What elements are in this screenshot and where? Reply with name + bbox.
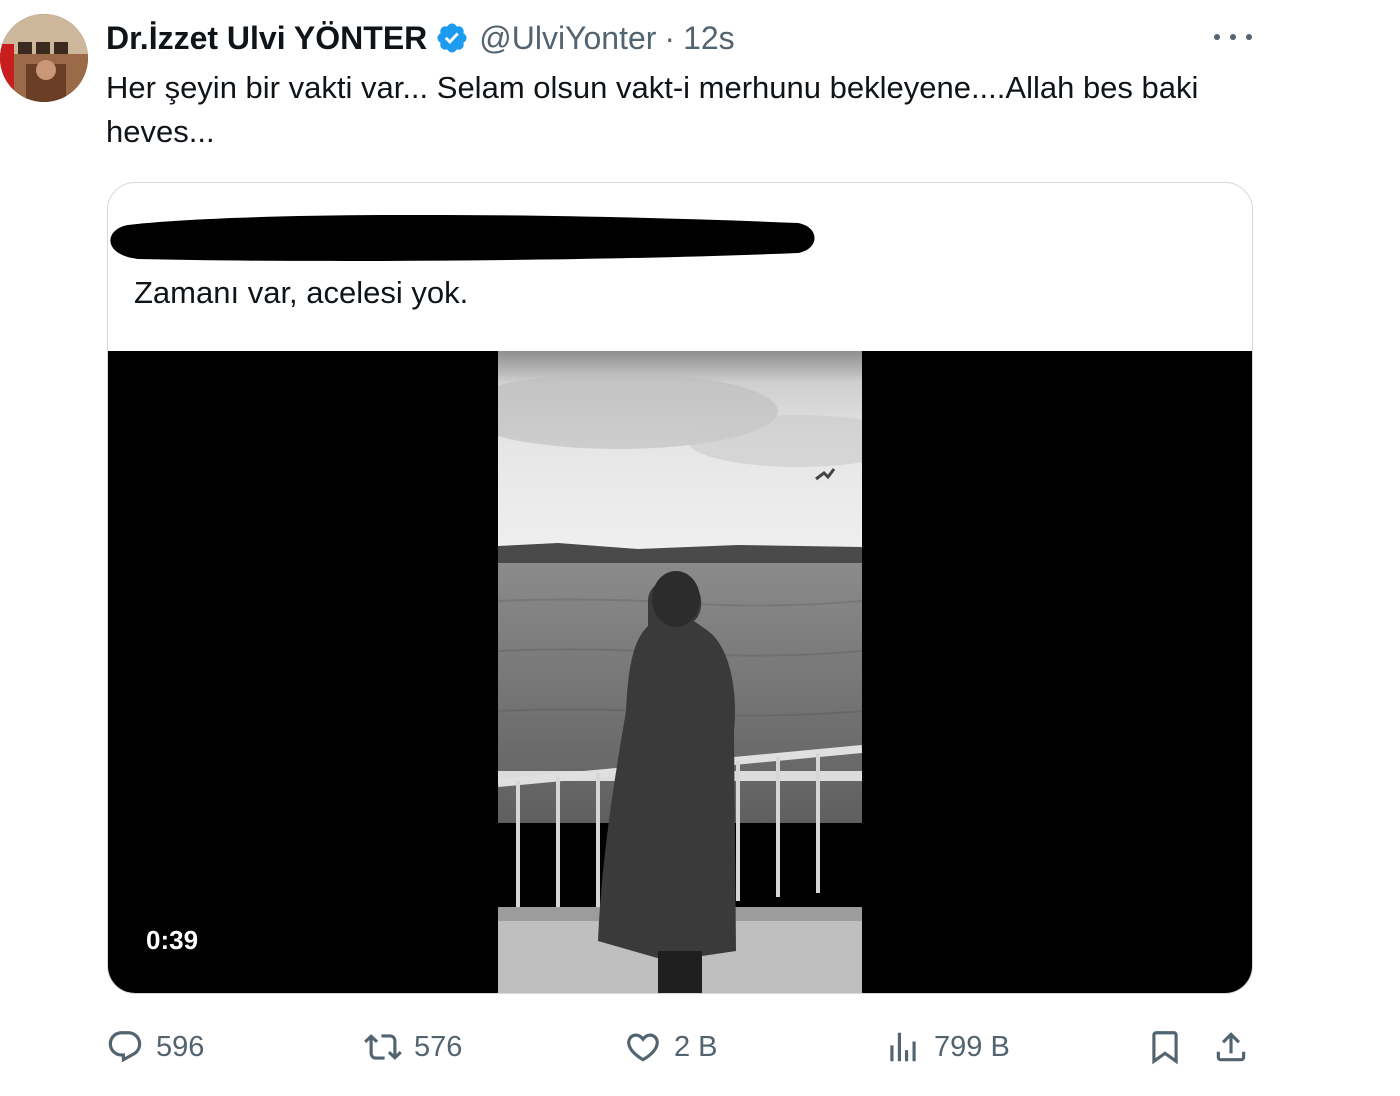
bookmark-button[interactable] (1146, 1022, 1184, 1072)
verified-badge-icon (435, 21, 469, 55)
action-bar: 596 576 2 B 799 B (106, 1022, 1256, 1072)
quoted-tweet[interactable]: Zamanı var, acelesi yok. 0:39 (107, 182, 1253, 994)
video-frame (498, 351, 862, 993)
reply-button[interactable]: 596 (106, 1022, 204, 1072)
tweet-text: Her şeyin bir vakti var... Selam olsun v… (106, 70, 1199, 149)
like-icon (627, 1033, 659, 1062)
separator: · (664, 19, 676, 56)
redacted-author (110, 214, 815, 261)
share-button[interactable] (1212, 1022, 1250, 1072)
views-icon (890, 1032, 916, 1062)
video-player[interactable]: 0:39 (108, 351, 1252, 993)
views-count: 799 B (934, 1030, 1010, 1063)
reply-icon (108, 1031, 142, 1063)
like-count: 2 B (674, 1030, 718, 1063)
timestamp[interactable]: 12s (683, 20, 735, 57)
display-name[interactable]: Dr.İzzet Ulvi YÖNTER (106, 20, 427, 57)
bookmark-icon (1152, 1031, 1178, 1065)
avatar[interactable] (0, 14, 88, 102)
views-button[interactable]: 799 B (884, 1022, 1010, 1072)
more-options-icon[interactable] (1214, 24, 1252, 50)
retweet-icon (364, 1034, 402, 1060)
share-icon (1216, 1032, 1246, 1062)
quote-text: Zamanı var, acelesi yok. (134, 275, 469, 310)
tweet-header: Dr.İzzet Ulvi YÖNTER @UlviYonter · 12s (106, 16, 735, 60)
video-duration: 0:39 (146, 925, 199, 955)
like-button[interactable]: 2 B (624, 1022, 718, 1072)
retweet-count: 576 (414, 1030, 463, 1063)
handle[interactable]: @UlviYonter (479, 20, 656, 57)
retweet-button[interactable]: 576 (364, 1022, 462, 1072)
reply-count: 596 (156, 1030, 205, 1063)
